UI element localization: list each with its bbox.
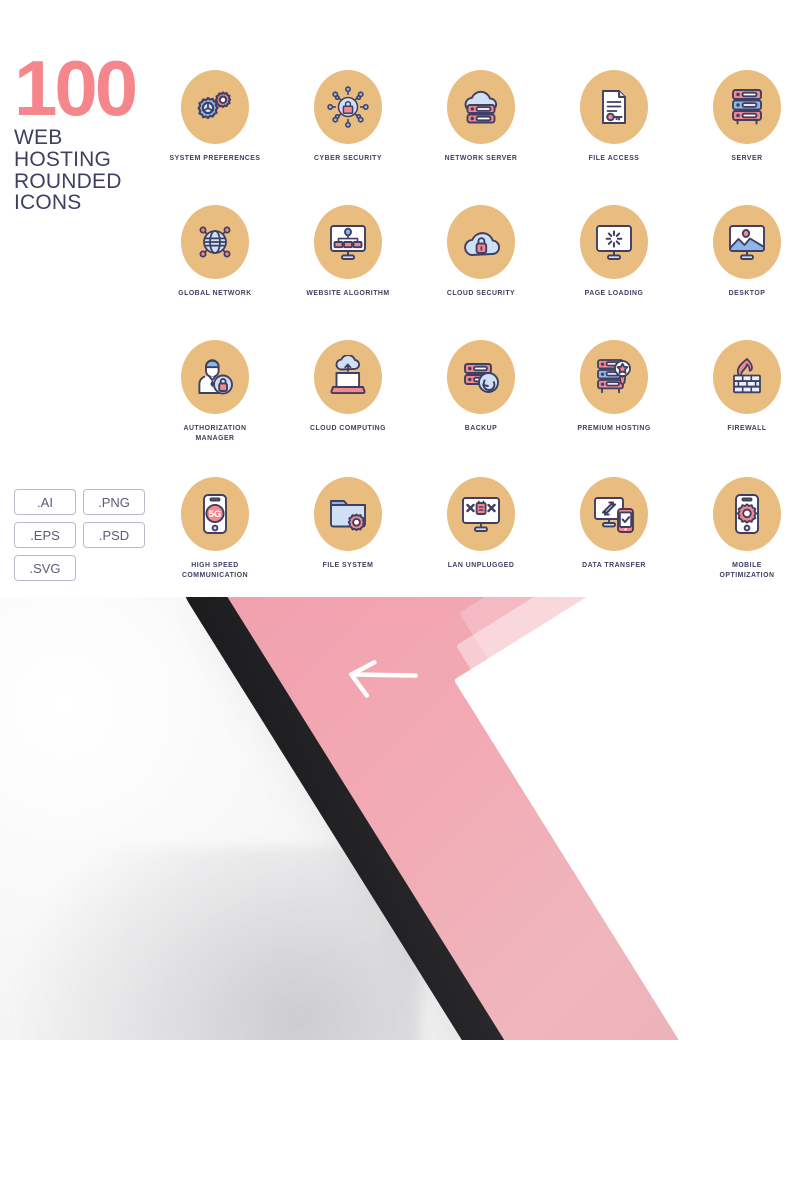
icon-cell-authorization-manager[interactable]: AUTHORIZATION MANAGER [148,340,282,443]
icon-label: SERVER [731,153,763,162]
icon-label: NETWORK SERVER [444,153,518,162]
icon-cell-page-loading[interactable]: PAGE LOADING [547,205,681,298]
icon-cell-cloud-computing[interactable]: CLOUD COMPUTING [281,340,415,433]
icon-cell-firewall[interactable]: FIREWALL [680,340,800,433]
back-arrow-icon[interactable] [340,636,426,718]
format-badge-svg[interactable]: .SVG [14,555,76,581]
gears-icon [181,70,249,144]
icon-cell-global-network[interactable]: GLOBAL NETWORK [148,205,282,298]
icon-row-4: 5G HIGH SPEED COMMUNICATION FILE SYSTEM … [148,477,800,612]
icon-label: SYSTEM PREFERENCES [169,153,261,162]
icon-label: BACKUP [464,423,498,432]
svg-text:5G: 5G [209,509,222,520]
icon-label: CYBER SECURITY [314,153,382,162]
globe-nodes-icon [181,205,249,279]
icon-cell-file-access[interactable]: FILE ACCESS [547,70,681,163]
format-row-1: .AI .PNG [14,489,154,515]
icon-cell-data-transfer[interactable]: DATA TRANSFER [547,477,681,570]
user-lock-icon [181,340,249,414]
icon-cell-high-speed-communication[interactable]: 5G HIGH SPEED COMMUNICATION [148,477,282,580]
monitor-phone-sync-icon [580,477,648,551]
icon-label: FILE SYSTEM [322,560,374,569]
poster-title: WEB HOSTING ROUNDED ICONS [14,127,154,214]
icon-cell-desktop[interactable]: DESKTOP [680,205,800,298]
poster: 100 WEB HOSTING ROUNDED ICONS SYSTEM PRE… [0,0,800,1200]
server-badge-icon [580,340,648,414]
icon-label: DESKTOP [728,288,766,297]
icon-label-line-1: HIGH SPEED [191,560,239,569]
icon-label-line-2: COMMUNICATION [181,570,249,580]
sitemap-monitor-icon [314,205,382,279]
format-badge-eps[interactable]: .EPS [14,522,76,548]
icon-cell-premium-hosting[interactable]: PREMIUM HOSTING [547,340,681,433]
file-format-badges: .AI .PNG .EPS .PSD .SVG [14,489,154,588]
device-mockup-photo: .com .net ipsum d [0,597,800,1200]
server-restore-icon [447,340,515,414]
cloud-laptop-icon [314,340,382,414]
icon-count: 100 [14,44,138,132]
icon-label: LAN UNPLUGGED [447,560,515,569]
icon-label: PREMIUM HOSTING [577,423,651,432]
icon-label: CLOUD COMPUTING [309,423,387,432]
icon-cell-cloud-security[interactable]: CLOUD SECURITY [414,205,548,298]
icon-label-line-2: OPTIMIZATION [719,570,775,580]
icon-label-line-1: AUTHORIZATION [183,423,247,432]
icon-cell-backup[interactable]: BACKUP [414,340,548,433]
server-rack-icon [713,70,781,144]
icon-cell-server[interactable]: SERVER [680,70,800,163]
cloud-server-icon [447,70,515,144]
title-line-4: ICONS [14,191,82,215]
icon-cell-cyber-security[interactable]: CYBER SECURITY [281,70,415,163]
cloud-lock-icon [447,205,515,279]
lan-disconnected-icon [447,477,515,551]
format-badge-psd[interactable]: .PSD [83,522,145,548]
icon-label: WEBSITE ALGORITHM [306,288,390,297]
icon-row-1: SYSTEM PREFERENCES CYBER SECURITY NETWOR… [148,70,800,205]
icon-cell-lan-unplugged[interactable]: LAN UNPLUGGED [414,477,548,570]
icon-cell-system-preferences[interactable]: SYSTEM PREFERENCES [148,70,282,163]
format-row-3: .SVG [14,555,154,581]
icon-label: GLOBAL NETWORK [178,288,252,297]
folder-gear-icon [314,477,382,551]
firewall-flame-icon [713,340,781,414]
lock-network-icon [314,70,382,144]
icon-cell-mobile-optimization[interactable]: MOBILE OPTIMIZATION [680,477,800,580]
icon-label: FILE ACCESS [588,153,640,162]
photo-floor [0,1040,800,1200]
icon-label-line-2: MANAGER [195,433,235,443]
icon-label: PAGE LOADING [584,288,644,297]
phone-gear-icon [713,477,781,551]
icon-cell-network-server[interactable]: NETWORK SERVER [414,70,548,163]
monitor-image-icon [713,205,781,279]
title-line-3: ROUNDED [14,169,122,193]
icon-row-2: GLOBAL NETWORK WEBSITE ALGORITHM CLOUD S… [148,205,800,340]
icon-label: MOBILE OPTIMIZATION [685,560,800,580]
format-row-2: .EPS .PSD [14,522,154,548]
format-badge-ai[interactable]: .AI [14,489,76,515]
icon-label: AUTHORIZATION MANAGER [153,423,278,443]
icon-row-3: AUTHORIZATION MANAGER CLOUD COMPUTING BA… [148,340,800,475]
icon-label: HIGH SPEED COMMUNICATION [153,560,278,580]
icon-label: FIREWALL [727,423,767,432]
document-key-icon [580,70,648,144]
icon-label: CLOUD SECURITY [446,288,516,297]
icon-label: DATA TRANSFER [582,560,646,569]
icon-board: 100 WEB HOSTING ROUNDED ICONS SYSTEM PRE… [0,0,800,597]
phone-5g-icon: 5G [181,477,249,551]
icon-cell-website-algorithm[interactable]: WEBSITE ALGORITHM [281,205,415,298]
title-block: 100 WEB HOSTING ROUNDED ICONS [14,44,154,214]
icon-label-line-1: MOBILE [732,560,762,569]
title-line-2: HOSTING [14,147,112,171]
format-badge-png[interactable]: .PNG [83,489,145,515]
icon-cell-file-system[interactable]: FILE SYSTEM [281,477,415,570]
monitor-spinner-icon [580,205,648,279]
